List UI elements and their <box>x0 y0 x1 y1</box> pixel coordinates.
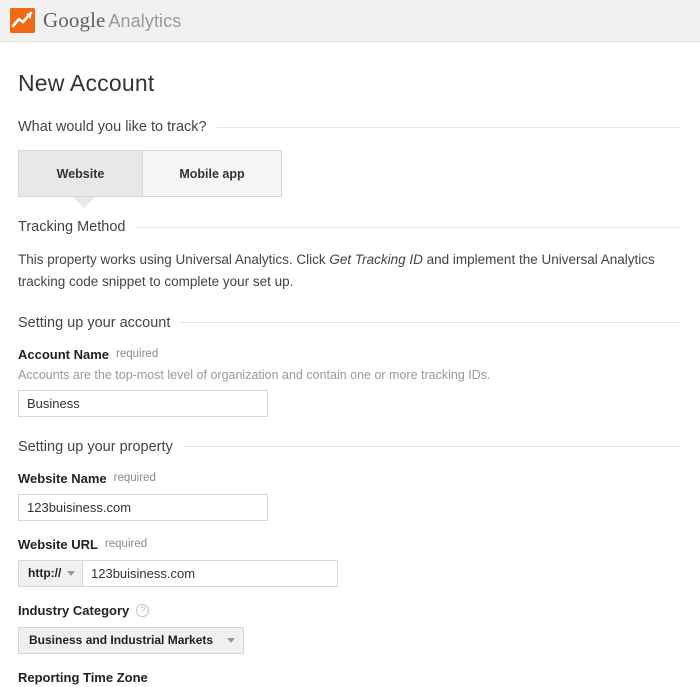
account-name-label-text: Account Name <box>18 346 110 362</box>
page-title: New Account <box>18 70 155 96</box>
account-name-label: Account Name required <box>18 347 700 362</box>
reporting-time-zone-label: Reporting Time Zone <box>18 670 700 685</box>
help-question-glyph: ? <box>140 604 146 615</box>
website-url-field-group: http:// <box>18 559 338 587</box>
tab-mobile-app-label: Mobile app <box>179 166 245 181</box>
analytics-logo-icon <box>10 8 35 33</box>
section-rule <box>135 226 680 228</box>
section-rule <box>182 446 680 448</box>
industry-category-label-text: Industry Category <box>18 602 130 618</box>
new-account-page: Google Analytics New Account What would y… <box>0 0 700 687</box>
industry-category-select[interactable]: Business and Industrial Markets <box>18 626 245 654</box>
reporting-time-zone-label-text: Reporting Time Zone <box>18 669 148 685</box>
chevron-down-icon <box>67 570 75 576</box>
tab-website[interactable]: Website <box>18 150 142 197</box>
account-name-input[interactable] <box>18 389 268 417</box>
website-name-required-note: required <box>113 472 156 485</box>
website-url-required-note: required <box>104 538 148 551</box>
section-heading-track-label: What would you like to track? <box>18 119 207 135</box>
section-heading-tracking-method: Tracking Method <box>18 219 700 235</box>
tracking-method-description: This property works using Universal Anal… <box>18 249 690 293</box>
industry-category-label: Industry Category ? <box>18 603 700 618</box>
tab-mobile-app[interactable]: Mobile app <box>142 150 282 197</box>
brand-logo[interactable]: Google Analytics <box>10 8 181 33</box>
tracking-method-text-1: This property works using Universal Anal… <box>18 252 330 267</box>
website-name-input[interactable] <box>18 493 268 521</box>
industry-category-value: Business and Industrial Markets <box>29 633 214 648</box>
section-rule <box>216 126 680 128</box>
website-url-protocol-value: http:// <box>28 566 62 581</box>
website-url-protocol-select[interactable]: http:// <box>18 559 82 587</box>
section-heading-property: Setting up your property <box>18 439 700 455</box>
page-content: New Account What would you like to track… <box>0 70 700 687</box>
section-heading-tracking-method-label: Tracking Method <box>18 219 126 235</box>
chevron-down-icon <box>227 637 236 643</box>
brand-analytics: Analytics <box>108 11 182 31</box>
brand-google: Google <box>43 8 106 32</box>
section-heading-account-label: Setting up your account <box>18 314 171 331</box>
selected-tab-pointer-icon <box>73 197 95 208</box>
section-heading-property-label: Setting up your property <box>18 438 173 455</box>
website-url-input[interactable] <box>82 559 338 587</box>
account-name-required-note: required <box>116 348 159 361</box>
website-name-label-text: Website Name <box>18 470 107 486</box>
app-header: Google Analytics <box>0 0 700 42</box>
section-rule <box>180 322 680 324</box>
track-type-tabs: Website Mobile app <box>18 150 282 208</box>
tracking-method-emphasis: Get Tracking ID <box>329 252 423 267</box>
section-heading-account: Setting up your account <box>18 315 700 331</box>
website-url-label-text: Website URL <box>18 536 98 552</box>
website-url-label: Website URL required <box>18 537 700 552</box>
account-name-hint: Accounts are the top-most level of organ… <box>18 367 491 382</box>
website-name-label: Website Name required <box>18 471 700 486</box>
help-question-icon[interactable]: ? <box>136 603 150 617</box>
brand-text: Google Analytics <box>43 10 181 31</box>
tab-website-label: Website <box>56 166 105 181</box>
section-heading-track: What would you like to track? <box>18 119 700 135</box>
